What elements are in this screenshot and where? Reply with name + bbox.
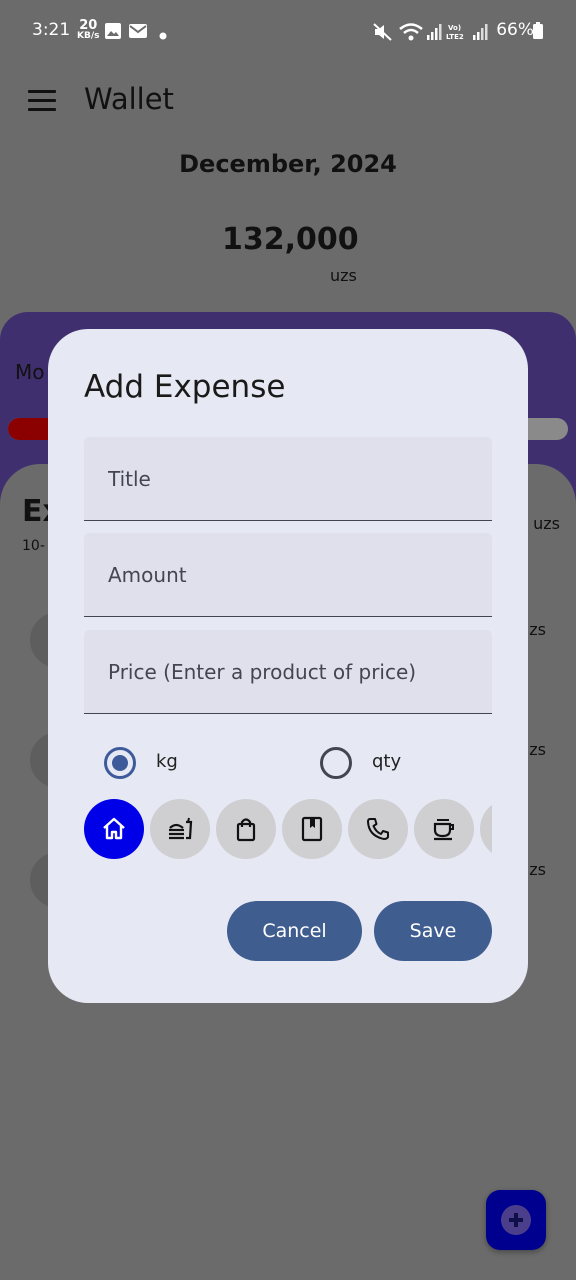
mail-icon xyxy=(128,22,148,45)
app-title: Wallet xyxy=(84,82,174,116)
home-icon xyxy=(103,817,125,840)
budget-card-label: Mo xyxy=(15,360,45,384)
coffee-icon xyxy=(433,819,454,841)
price-field[interactable] xyxy=(84,630,492,714)
price-input[interactable] xyxy=(84,630,492,713)
gallery-icon xyxy=(104,22,122,45)
save-button[interactable]: Save xyxy=(374,901,492,961)
volte-icon: Vo) LTE2 xyxy=(446,22,470,47)
add-expense-fab[interactable] xyxy=(486,1190,546,1250)
category-shopping[interactable] xyxy=(216,799,276,859)
category-food[interactable] xyxy=(150,799,210,859)
unit-label-qty: qty xyxy=(372,751,402,772)
expense-list-date: 10- xyxy=(22,538,45,554)
total-currency: uzs xyxy=(330,266,357,285)
list-item-amount: zs xyxy=(529,740,546,759)
net-speed-unit: KB/s xyxy=(77,31,100,41)
mute-icon xyxy=(372,22,394,47)
status-bar: 3:21 20 KB/s Vo) LTE2 66% xyxy=(0,0,576,62)
title-field[interactable] xyxy=(84,437,492,521)
unit-radio-kg[interactable] xyxy=(104,747,136,779)
svg-text:Vo): Vo) xyxy=(448,24,461,32)
amount-input[interactable] xyxy=(84,533,492,616)
net-speed: 20 KB/s xyxy=(77,19,99,41)
category-home[interactable] xyxy=(84,799,144,859)
list-item-amount: zs xyxy=(529,620,546,639)
category-cafe[interactable] xyxy=(414,799,474,859)
amount-field[interactable] xyxy=(84,533,492,617)
phone-icon xyxy=(367,818,389,840)
book-icon xyxy=(301,816,323,842)
category-more[interactable] xyxy=(480,799,492,859)
expense-list-total-currency: uzs xyxy=(533,514,560,533)
dialog-title: Add Expense xyxy=(84,369,286,405)
add-expense-dialog: Add Expense kg qty Cancel xyxy=(48,329,528,1003)
shopping-bag-icon xyxy=(236,818,256,842)
notification-dot-icon xyxy=(158,26,168,46)
category-phone[interactable] xyxy=(348,799,408,859)
battery-icon xyxy=(532,22,544,45)
battery-percent: 66% xyxy=(496,20,534,40)
app-bar: Wallet xyxy=(0,62,576,138)
unit-label-kg: kg xyxy=(156,751,178,772)
svg-text:LTE2: LTE2 xyxy=(446,33,464,41)
hamburger-menu-icon[interactable] xyxy=(28,90,56,112)
title-input[interactable] xyxy=(84,437,492,520)
status-time: 3:21 xyxy=(32,20,71,40)
wifi-icon xyxy=(398,22,424,47)
total-amount: 132,000 xyxy=(222,222,359,257)
month-label[interactable]: December, 2024 xyxy=(0,150,576,178)
add-icon xyxy=(501,1205,531,1235)
signal-2-icon xyxy=(472,22,488,47)
signal-icon xyxy=(426,22,442,47)
cancel-button[interactable]: Cancel xyxy=(227,901,362,961)
category-education[interactable] xyxy=(282,799,342,859)
fastfood-icon xyxy=(169,817,193,840)
list-item-amount: zs xyxy=(529,860,546,879)
category-selector xyxy=(84,799,492,859)
unit-radio-qty[interactable] xyxy=(320,747,352,779)
